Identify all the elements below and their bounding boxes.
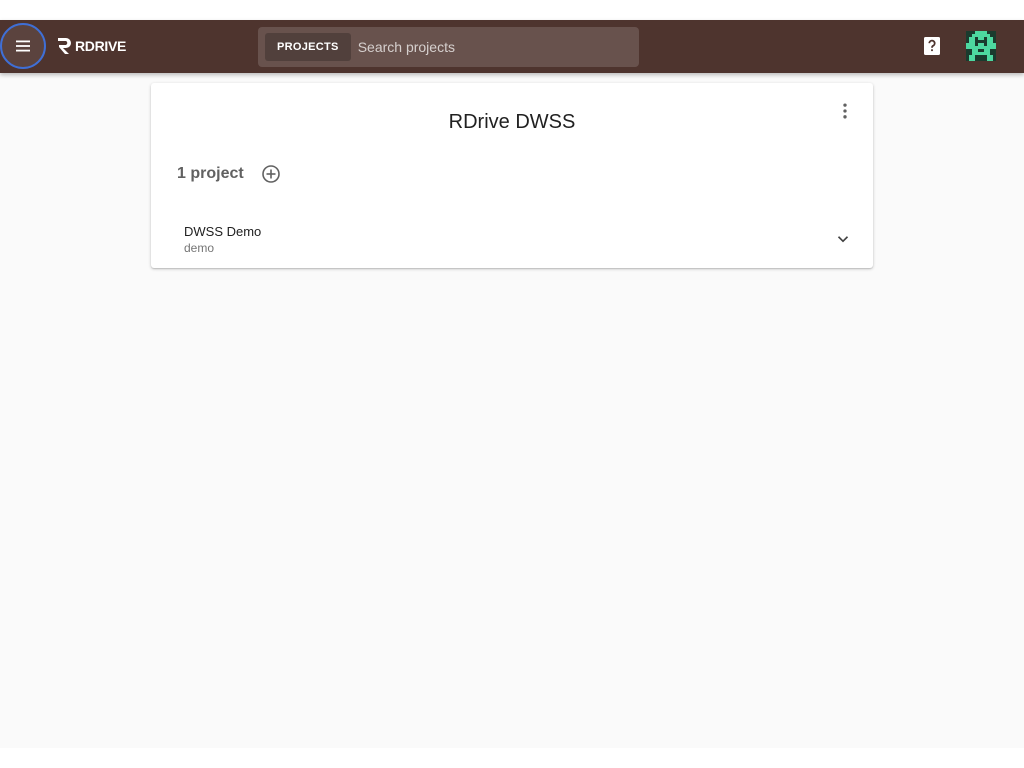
menu-icon [16, 40, 30, 52]
search-input[interactable] [350, 32, 639, 62]
add-project-button[interactable] [261, 164, 281, 184]
project-slug: demo [184, 241, 215, 255]
identicon-avatar [966, 31, 996, 61]
project-count-label: 1 project [177, 165, 244, 182]
more-options-button[interactable] [833, 99, 857, 123]
project-count-row: 1 project [177, 164, 281, 184]
page: RDRIVE PROJECTS Search projects RDrive D… [0, 20, 1024, 748]
more-vert-icon [843, 103, 847, 119]
chevron-down-icon [837, 236, 849, 243]
help-button[interactable] [920, 34, 944, 58]
app-bar: RDRIVE PROJECTS [0, 20, 1024, 73]
project-name: DWSS Demo [184, 224, 262, 239]
workspace-title: RDrive DWSS [448, 111, 576, 133]
menu-button[interactable] [0, 23, 46, 69]
rdrive-logo-icon [58, 38, 71, 54]
expand-project-button[interactable] [833, 229, 853, 249]
search-scope-button[interactable]: PROJECTS [265, 33, 351, 61]
app-logo[interactable]: RDRIVE [56, 35, 126, 57]
logo-text: RDRIVE [75, 38, 127, 54]
add-circle-icon [261, 165, 280, 183]
workspace-card: RDrive DWSS 1 project DWSS Demo demo [151, 83, 873, 268]
search-bar: PROJECTS [258, 27, 639, 67]
help-icon [924, 37, 940, 55]
user-avatar[interactable] [966, 31, 996, 61]
project-list-item[interactable]: DWSS Demo demo [151, 213, 873, 268]
